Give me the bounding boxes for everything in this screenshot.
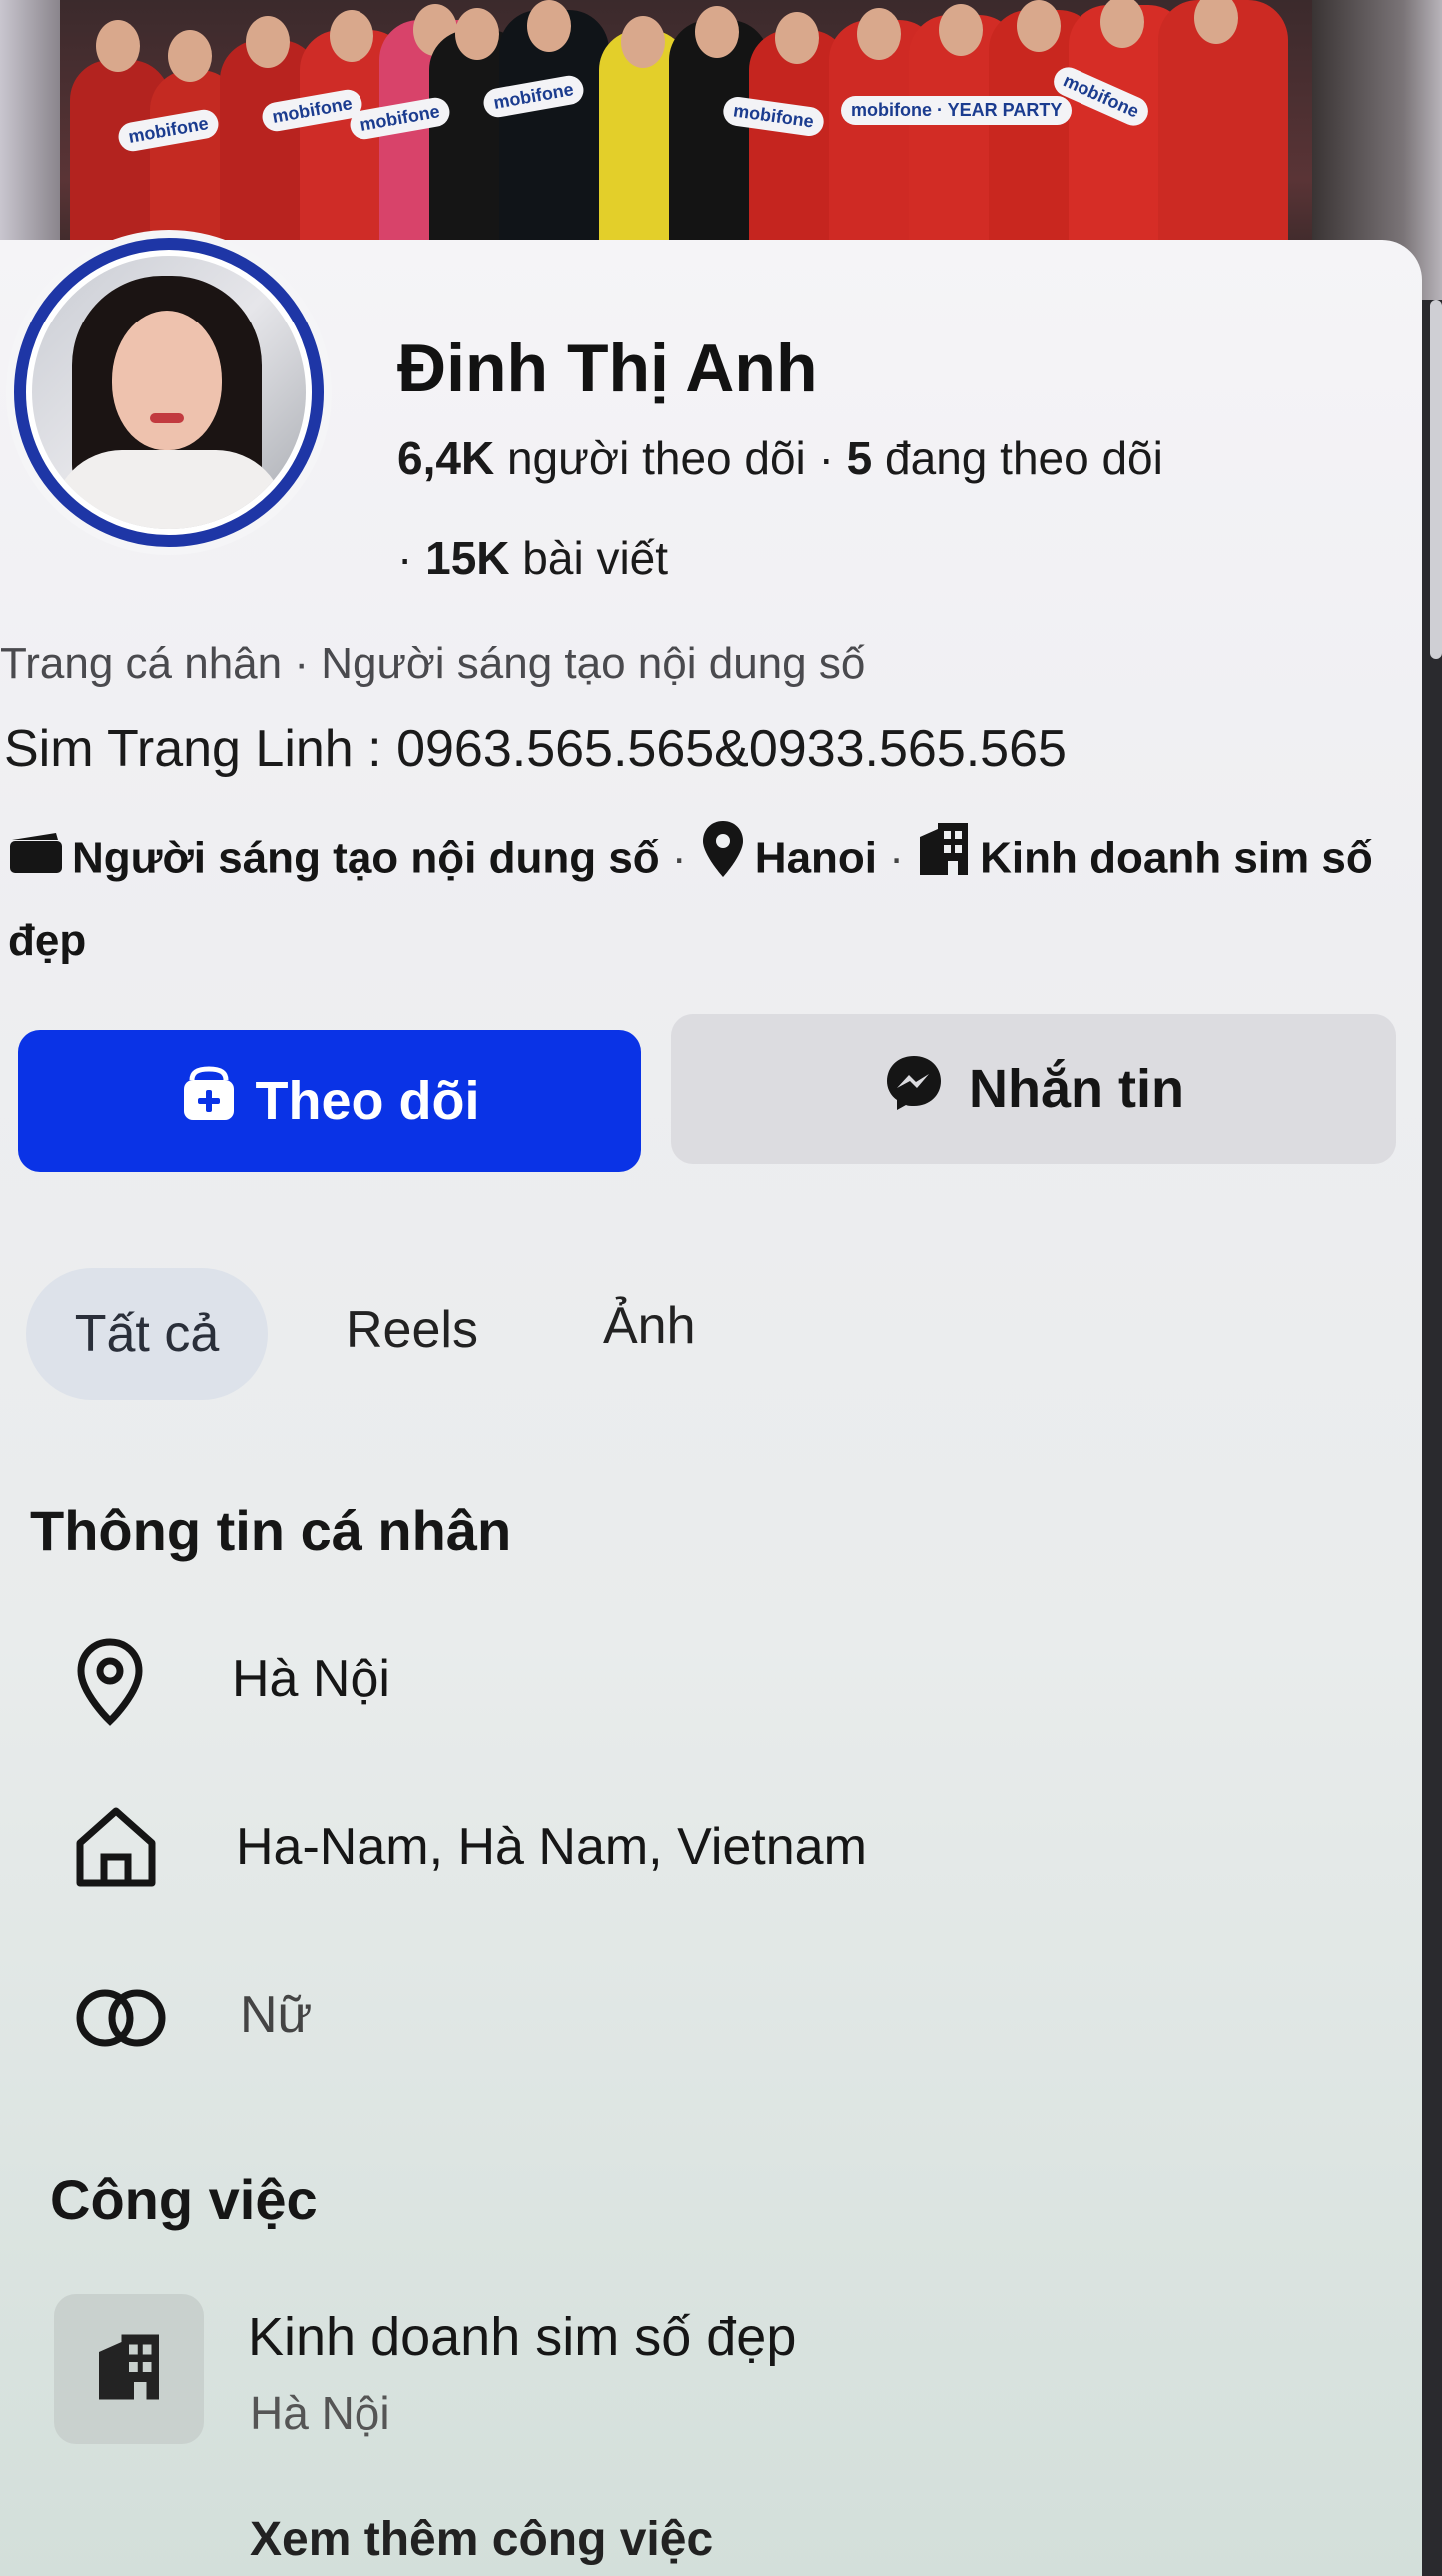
profile-category: Trang cá nhân · Người sáng tạo nội dung … — [0, 639, 866, 688]
cover-person-head — [775, 12, 819, 64]
stats-separator: · — [397, 532, 413, 584]
building-icon — [916, 821, 972, 901]
cover-person-head — [621, 16, 665, 68]
profile-details: Người sáng tạo nội dung số · Hanoi · Kin… — [8, 819, 1406, 978]
cover-person-head — [939, 4, 983, 56]
stats-separator: · — [818, 432, 834, 484]
cover-person-head — [246, 16, 290, 68]
tab-all-label: Tất cả — [74, 1305, 220, 1363]
scrollbar[interactable] — [1430, 300, 1442, 659]
add-friend-icon — [180, 1065, 238, 1137]
hometown[interactable]: Ha-Nam, Hà Nam, Vietnam — [236, 1817, 867, 1877]
cover-person-head — [1017, 0, 1061, 52]
avatar-lips — [150, 413, 184, 423]
cover-sign: mobifone · YEAR PARTY — [841, 96, 1073, 125]
followers-label[interactable]: người theo dõi — [507, 432, 806, 484]
detail-separator: · — [889, 833, 917, 883]
location-outline-icon — [74, 1637, 146, 1732]
cover-person-head — [695, 6, 739, 58]
job-title[interactable]: Kinh doanh sim số đẹp — [248, 2306, 796, 2368]
cover-person-head — [330, 10, 373, 62]
cover-person-head — [96, 20, 140, 72]
profile-posts-stat: · 15K bài viết — [397, 531, 668, 585]
profile-name: Đinh Thị Anh — [397, 330, 818, 406]
building-icon — [94, 2332, 164, 2407]
tab-reels[interactable]: Reels — [346, 1300, 478, 1360]
posts-label: bài viết — [522, 532, 669, 584]
avatar-face — [112, 311, 222, 450]
follow-button[interactable]: Theo dõi — [18, 1030, 641, 1172]
cover-person-head — [527, 0, 571, 52]
clapperboard-icon — [8, 823, 64, 899]
follow-label: Theo dõi — [255, 1071, 480, 1131]
cover-person-head — [455, 8, 499, 60]
house-icon — [72, 1803, 160, 1894]
following-label[interactable]: đang theo dõi — [885, 432, 1163, 484]
cover-person-head — [168, 30, 212, 82]
gender: Nữ — [240, 1986, 313, 2044]
work-icon-box[interactable] — [54, 2294, 204, 2444]
detail-creator: Người sáng tạo nội dung số — [72, 833, 660, 883]
map-pin-icon — [699, 819, 747, 903]
messenger-icon — [883, 1052, 945, 1127]
tab-photos[interactable]: Ảnh — [603, 1296, 696, 1356]
current-city[interactable]: Hà Nội — [232, 1649, 390, 1709]
gender-rings-icon — [74, 1987, 168, 2054]
avatar-jacket — [52, 450, 286, 529]
posts-count: 15K — [425, 532, 510, 584]
avatar-photo — [32, 256, 306, 529]
see-more-work-link[interactable]: Xem thêm công việc — [250, 2512, 713, 2567]
tab-all[interactable]: Tất cả — [26, 1268, 268, 1400]
profile-stats: 6,4K người theo dõi · 5 đang theo dõi — [397, 431, 1163, 485]
message-label: Nhắn tin — [969, 1059, 1184, 1119]
work-title: Công việc — [50, 2168, 318, 2231]
detail-separator: · — [671, 833, 699, 883]
following-count[interactable]: 5 — [847, 432, 873, 484]
cover-person-head — [857, 8, 901, 60]
message-button[interactable]: Nhắn tin — [671, 1014, 1396, 1164]
detail-location[interactable]: Hanoi — [755, 834, 877, 883]
profile-bio: Sim Trang Linh : 0963.565.565&0933.565.5… — [4, 720, 1067, 778]
job-location: Hà Nội — [250, 2387, 390, 2439]
personal-info-title: Thông tin cá nhân — [30, 1499, 512, 1562]
profile-avatar[interactable] — [6, 230, 332, 555]
followers-count[interactable]: 6,4K — [397, 432, 494, 484]
